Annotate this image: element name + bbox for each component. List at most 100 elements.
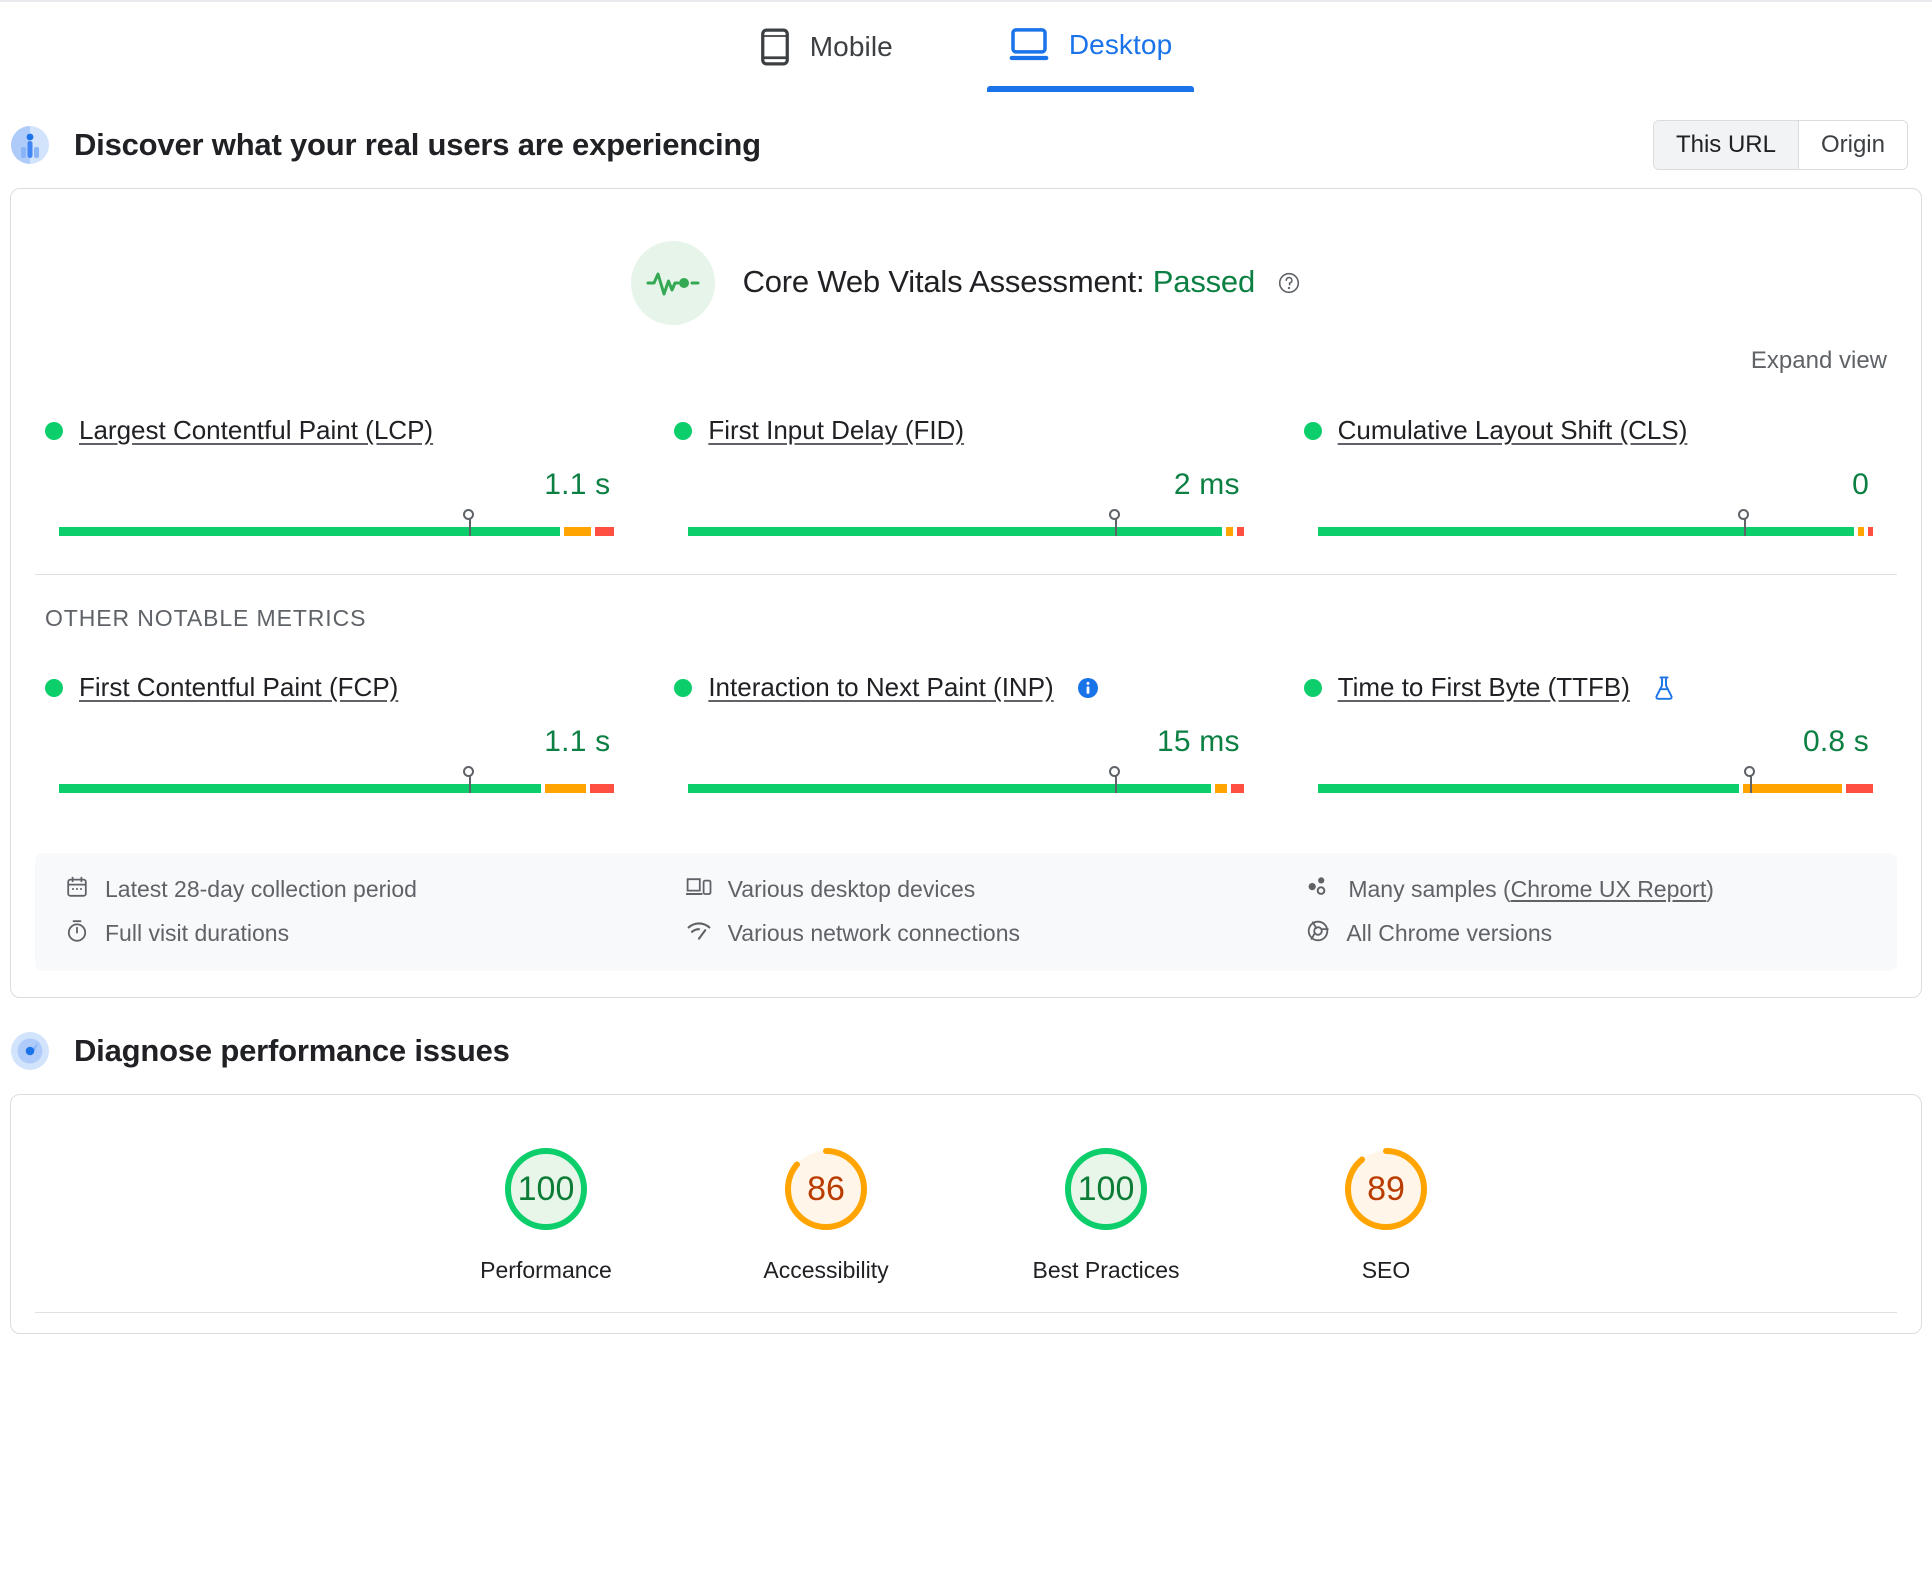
metric-fid: First Input Delay (FID) 2 ms <box>664 393 1267 562</box>
core-web-vitals-card: Core Web Vitals Assessment: Passed Expan… <box>10 188 1922 998</box>
distribution-bar <box>688 527 1243 536</box>
value-marker <box>1744 510 1746 536</box>
chrome-icon <box>1306 919 1330 949</box>
assessment-status: Passed <box>1153 264 1255 299</box>
segment-needs-improvement <box>1226 527 1233 536</box>
segment-good <box>688 527 1222 536</box>
segment-good <box>688 784 1211 793</box>
score-value-best-practices: 100 <box>1060 1143 1152 1235</box>
metric-fid-header: First Input Delay (FID) <box>674 415 1257 446</box>
metric-fcp-label[interactable]: First Contentful Paint (FCP) <box>79 672 398 703</box>
metric-lcp-header: Largest Contentful Paint (LCP) <box>45 415 628 446</box>
form-factor-tabbar: Mobile Desktop <box>0 0 1932 110</box>
calendar-icon <box>65 875 89 905</box>
score-gauge-performance[interactable]: 100 Performance <box>456 1143 636 1284</box>
info-collection-period: Latest 28-day collection period <box>45 875 646 905</box>
distribution-bar <box>1318 784 1873 793</box>
segment-needs-improvement <box>1858 527 1863 536</box>
metric-fid-label[interactable]: First Input Delay (FID) <box>708 415 964 446</box>
info-samples: Many samples (Chrome UX Report) <box>1286 875 1887 905</box>
metric-inp-label[interactable]: Interaction to Next Paint (INP) <box>708 672 1053 703</box>
metric-inp-header: Interaction to Next Paint (INP) <box>674 672 1257 703</box>
score-label-best-practices: Best Practices <box>1016 1257 1196 1284</box>
segment-good <box>59 527 560 536</box>
value-marker <box>469 767 471 793</box>
metric-inp-distribution <box>674 767 1257 793</box>
expand-view-row: Expand view <box>11 325 1921 375</box>
pagespeed-insights-report: Mobile Desktop <box>0 0 1932 1580</box>
metric-cls-header: Cumulative Layout Shift (CLS) <box>1304 415 1887 446</box>
metric-lcp-label[interactable]: Largest Contentful Paint (LCP) <box>79 415 433 446</box>
tab-mobile[interactable]: Mobile <box>738 14 915 96</box>
score-value-performance: 100 <box>500 1143 592 1235</box>
metric-lcp-distribution <box>45 510 628 536</box>
score-gauge-accessibility[interactable]: 86 Accessibility <box>736 1143 916 1284</box>
value-marker <box>1115 510 1117 536</box>
help-icon[interactable] <box>1277 267 1301 302</box>
field-data-section-header: Discover what your real users are experi… <box>0 116 1932 174</box>
metric-fcp-distribution <box>45 767 628 793</box>
distribution-bar <box>688 784 1243 793</box>
scope-option-origin[interactable]: Origin <box>1798 121 1907 169</box>
info-samples-prefix: Many samples ( <box>1348 876 1510 902</box>
metric-fcp-header: First Contentful Paint (FCP) <box>45 672 628 703</box>
metric-ttfb-label[interactable]: Time to First Byte (TTFB) <box>1338 672 1630 703</box>
value-marker <box>1750 767 1752 793</box>
info-samples-text: Many samples (Chrome UX Report) <box>1348 876 1714 904</box>
tab-desktop[interactable]: Desktop <box>987 14 1194 92</box>
score-gauge-seo[interactable]: 89 SEO <box>1296 1143 1476 1284</box>
segment-poor <box>595 527 614 536</box>
scope-option-this-url[interactable]: This URL <box>1654 121 1798 169</box>
metric-ttfb-distribution <box>1304 767 1887 793</box>
tab-list: Mobile Desktop <box>738 14 1195 96</box>
scope-toggle[interactable]: This URL Origin <box>1653 120 1908 170</box>
experiment-flask-icon[interactable] <box>1652 675 1676 701</box>
metric-fid-distribution <box>674 510 1257 536</box>
status-dot-good <box>1304 679 1322 697</box>
score-gauge-best-practices[interactable]: 100 Best Practices <box>1016 1143 1196 1284</box>
info-devices-text: Various desktop devices <box>728 876 976 904</box>
info-collection-period-text: Latest 28-day collection period <box>105 876 417 904</box>
distribution-bar <box>59 784 614 793</box>
metric-cls-label[interactable]: Cumulative Layout Shift (CLS) <box>1338 415 1688 446</box>
chrome-ux-report-link[interactable]: Chrome UX Report <box>1511 876 1707 902</box>
info-icon[interactable] <box>1076 676 1100 700</box>
info-chrome-versions-text: All Chrome versions <box>1346 920 1552 948</box>
lab-data-icon <box>8 1029 52 1073</box>
segment-poor <box>1868 527 1873 536</box>
distribution-bar <box>1318 527 1873 536</box>
stopwatch-icon <box>65 919 89 949</box>
metric-cls: Cumulative Layout Shift (CLS) 0 <box>1294 393 1897 562</box>
gauge-ring-performance: 100 <box>500 1143 592 1235</box>
metric-lcp-value: 1.1 s <box>45 468 610 502</box>
pulse-icon <box>631 241 715 325</box>
tab-mobile-label: Mobile <box>810 31 893 63</box>
distribution-bar <box>59 527 614 536</box>
lighthouse-scores-card: 100 Performance 86 Accessibility <box>10 1094 1922 1334</box>
expand-view-button[interactable]: Expand view <box>1751 347 1887 375</box>
info-chrome-versions: All Chrome versions <box>1286 919 1887 949</box>
segment-poor <box>1231 784 1244 793</box>
other-notable-metrics: First Contentful Paint (FCP) 1.1 s Inter… <box>11 632 1921 819</box>
score-label-accessibility: Accessibility <box>736 1257 916 1284</box>
diagnose-section-header: Diagnose performance issues <box>0 1022 1932 1080</box>
info-samples-suffix: ) <box>1706 876 1714 902</box>
score-value-seo: 89 <box>1340 1143 1432 1235</box>
status-dot-good <box>45 679 63 697</box>
value-marker <box>1115 767 1117 793</box>
segment-good <box>1318 784 1739 793</box>
tab-desktop-label: Desktop <box>1069 29 1172 61</box>
segment-needs-improvement <box>1215 784 1227 793</box>
metric-fcp: First Contentful Paint (FCP) 1.1 s <box>35 650 638 819</box>
field-data-icon <box>8 123 52 167</box>
gauge-ring-accessibility: 86 <box>780 1143 872 1235</box>
segment-needs-improvement <box>545 784 586 793</box>
diagnose-title: Diagnose performance issues <box>74 1033 510 1069</box>
assessment-label: Core Web Vitals Assessment: <box>743 264 1145 299</box>
value-marker <box>469 510 471 536</box>
metric-fid-value: 2 ms <box>674 468 1239 502</box>
info-devices: Various desktop devices <box>666 875 1267 905</box>
assessment-text: Core Web Vitals Assessment: Passed <box>743 264 1302 303</box>
metric-inp-value: 15 ms <box>674 725 1239 759</box>
samples-icon <box>1306 875 1332 905</box>
